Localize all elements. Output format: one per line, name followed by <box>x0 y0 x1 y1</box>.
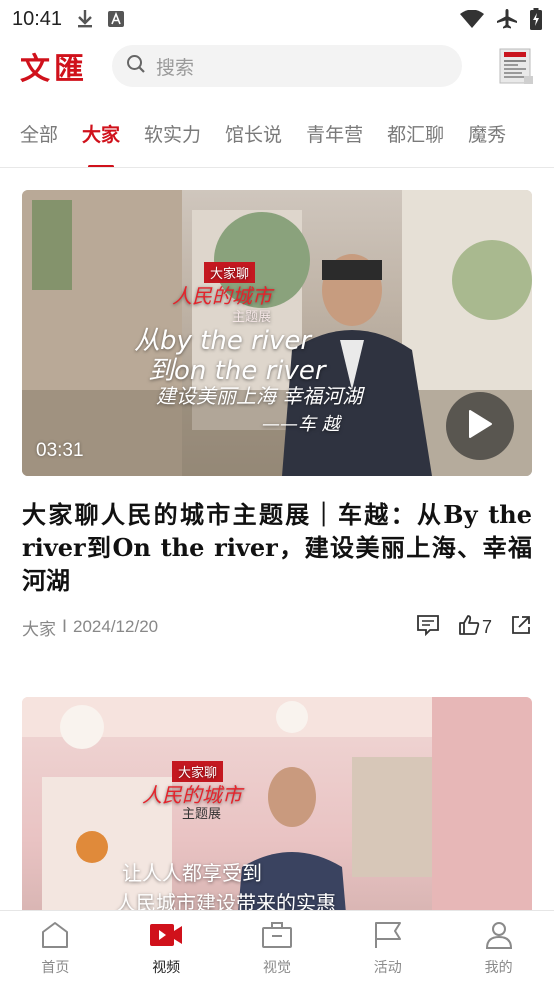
app-header: 文匯 搜索 <box>0 38 554 94</box>
category-tabs: 全部 大家 软实力 馆长说 青年营 都汇聊 魔秀 <box>0 104 554 168</box>
status-notification-icons <box>76 9 125 29</box>
user-icon <box>484 921 514 953</box>
nav-activity-label: 活动 <box>373 960 402 976</box>
tab-city-chat[interactable]: 都汇聊 <box>375 120 456 167</box>
video-icon <box>149 921 183 953</box>
video-duration: 03:31 <box>36 440 84 461</box>
video-title[interactable]: 大家聊人民的城市主题展｜车越：从By the river到On the rive… <box>22 498 532 597</box>
search-icon <box>126 54 146 78</box>
camera-icon <box>261 921 293 953</box>
bottom-nav: 首页 视频 视觉 活动 我的 <box>0 910 554 984</box>
play-icon <box>467 409 493 443</box>
overlay-line1: 让人人都享受到 <box>122 861 262 885</box>
wifi-icon <box>460 10 484 28</box>
nav-home-label: 首页 <box>41 960 70 976</box>
status-bar: 10:41 <box>0 0 554 38</box>
download-icon <box>76 9 94 29</box>
meta-separator: I <box>62 617 68 637</box>
overlay-line4: ——车 越 <box>262 414 340 435</box>
like-button[interactable]: 7 <box>458 614 492 641</box>
a-square-icon <box>108 11 125 27</box>
comment-icon <box>416 615 440 640</box>
nav-home[interactable]: 首页 <box>0 911 111 984</box>
video-card[interactable]: 大家聊 人民的城市 主题展 从by the river 到on the rive… <box>22 190 532 641</box>
video-meta: 大家 I 2024/12/20 7 <box>22 613 532 641</box>
newspaper-icon <box>496 48 536 90</box>
tab-youth-camp[interactable]: 青年营 <box>294 120 375 167</box>
tab-soft-power[interactable]: 软实力 <box>132 120 213 167</box>
share-icon <box>510 616 532 640</box>
status-time: 10:41 <box>12 7 63 30</box>
overlay-subhead: 主题展 <box>182 807 222 822</box>
tab-curator-talk[interactable]: 馆长说 <box>213 120 294 167</box>
nav-video-label: 视频 <box>152 960 181 976</box>
flag-icon <box>373 921 403 953</box>
search-bar[interactable]: 搜索 <box>112 45 462 87</box>
nav-activity[interactable]: 活动 <box>332 911 443 984</box>
video-thumbnail[interactable]: 大家聊 人民的城市 主题展 从by the river 到on the rive… <box>22 190 532 476</box>
video-source[interactable]: 大家 <box>22 615 56 640</box>
nav-visual-label: 视觉 <box>262 960 291 976</box>
overlay-headline: 人民的城市 <box>172 284 272 308</box>
home-icon <box>40 921 70 953</box>
tab-dajia[interactable]: 大家 <box>70 120 132 167</box>
search-placeholder: 搜索 <box>156 56 195 79</box>
newspaper-button[interactable] <box>496 46 536 86</box>
video-actions: 7 <box>416 614 532 641</box>
airplane-icon <box>496 9 518 29</box>
comment-button[interactable] <box>416 614 440 640</box>
like-count: 7 <box>481 616 492 637</box>
video-date: 2024/12/20 <box>73 617 159 636</box>
video-feed: 大家聊 人民的城市 主题展 从by the river 到on the rive… <box>22 190 532 983</box>
nav-mine[interactable]: 我的 <box>443 911 554 984</box>
tab-moxiu[interactable]: 魔秀 <box>456 120 518 167</box>
play-button[interactable] <box>446 392 514 460</box>
nav-visual[interactable]: 视觉 <box>222 911 333 984</box>
status-system-icons <box>460 8 542 30</box>
nav-video[interactable]: 视频 <box>111 911 222 984</box>
nav-mine-label: 我的 <box>484 960 513 976</box>
thumbs-up-icon <box>458 614 480 641</box>
app-logo[interactable]: 文匯 <box>20 44 100 88</box>
battery-charging-icon <box>530 8 542 30</box>
share-button[interactable] <box>510 614 532 640</box>
tab-all[interactable]: 全部 <box>8 120 70 167</box>
overlay-line3: 建设美丽上海 幸福河湖 <box>156 384 363 408</box>
